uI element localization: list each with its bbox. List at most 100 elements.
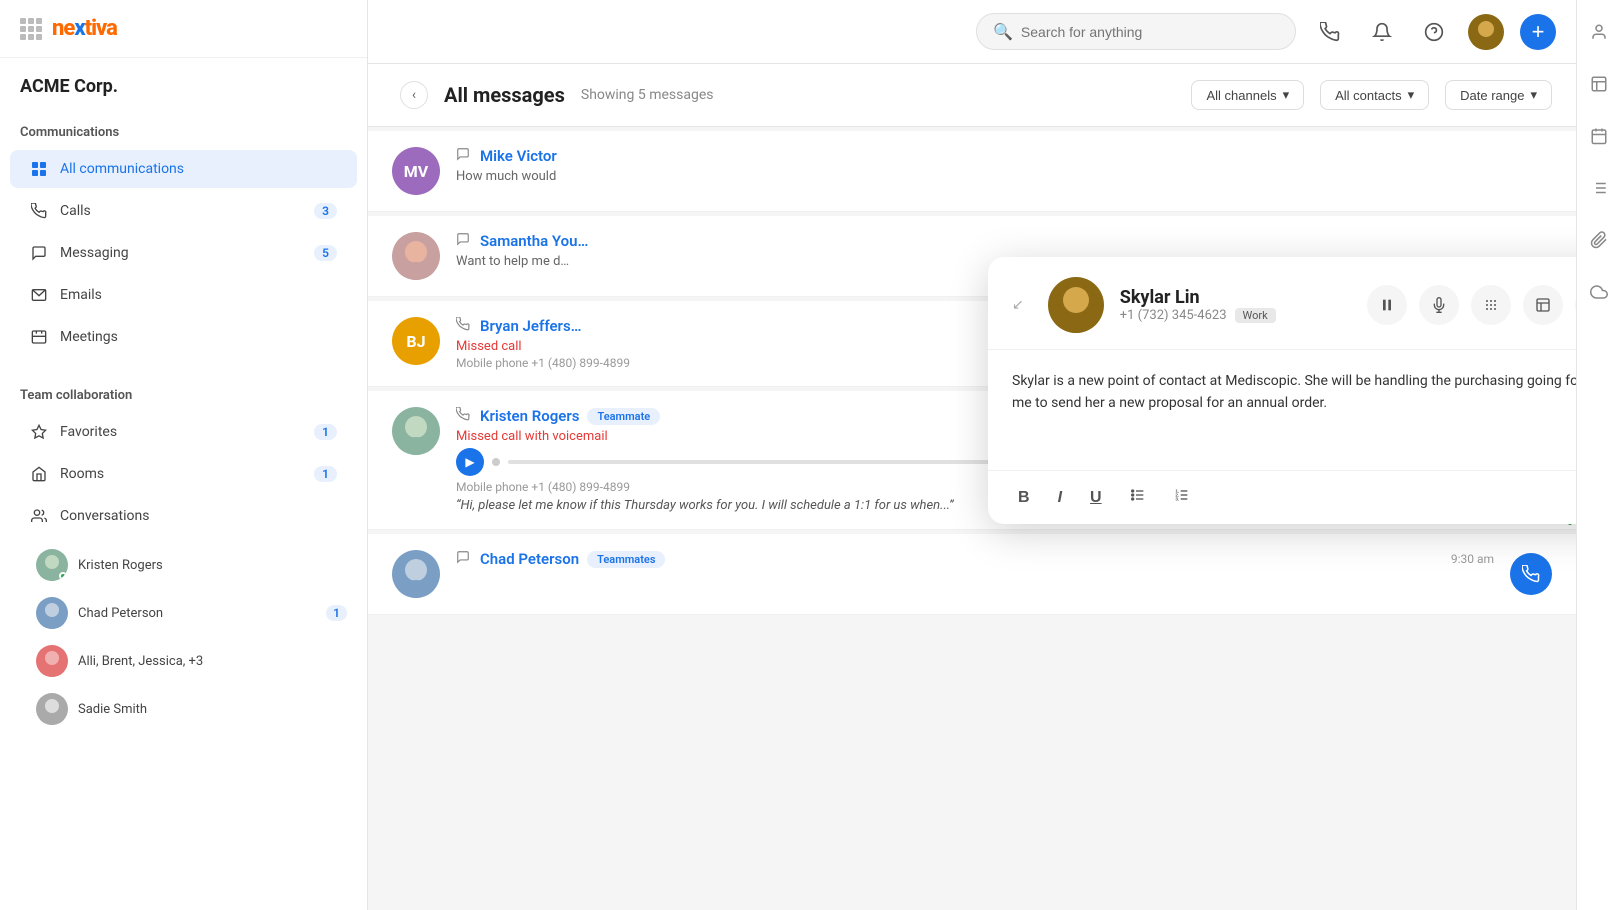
chevron-down-icon: ▾: [1530, 87, 1537, 103]
sidebar-subitem-kristen-rogers[interactable]: Kristen Rogers: [0, 541, 367, 589]
filter-all-channels[interactable]: All channels ▾: [1191, 80, 1304, 110]
bold-btn[interactable]: B: [1012, 485, 1036, 511]
msg-tag: Teammate: [587, 408, 660, 425]
filter-all-contacts[interactable]: All contacts ▾: [1320, 80, 1429, 110]
chat-type-icon: [456, 147, 470, 165]
audio-progress-dot: [492, 458, 500, 466]
minimize-icon[interactable]: ↙: [1012, 297, 1024, 313]
message-item-chad[interactable]: Chad Peterson Teammates 9:30 am: [368, 534, 1576, 615]
sidebar-item-label: Rooms: [60, 466, 104, 482]
rooms-icon: [30, 465, 48, 483]
conversations-sub-list: Kristen Rogers Chad Peterson 1 Alli, Bre…: [0, 541, 367, 733]
sidebar-item-meetings[interactable]: Meetings: [10, 318, 357, 356]
list-panel-icon[interactable]: [1583, 172, 1615, 204]
more-options-btn[interactable]: [1575, 285, 1576, 325]
sidebar-item-conversations[interactable]: Conversations: [10, 497, 357, 535]
call-chad-btn[interactable]: [1510, 553, 1552, 595]
subitem-label: Sadie Smith: [78, 702, 147, 717]
bell-header-btn[interactable]: [1364, 14, 1400, 50]
italic-btn[interactable]: I: [1052, 485, 1068, 511]
sidebar-collapse-btn[interactable]: ‹: [400, 81, 428, 109]
user-avatar[interactable]: [1468, 14, 1504, 50]
cloud-panel-icon[interactable]: [1583, 276, 1615, 308]
sidebar-subitem-chad-peterson[interactable]: Chad Peterson 1: [0, 589, 367, 637]
search-input[interactable]: [1021, 24, 1279, 40]
sidebar-item-calls[interactable]: Calls 3: [10, 192, 357, 230]
underline-btn[interactable]: U: [1084, 485, 1108, 511]
meetings-icon: [30, 328, 48, 346]
search-icon: 🔍: [993, 22, 1013, 41]
call-contact-name: Skylar Lin: [1120, 287, 1351, 308]
msg-time: 9:30 am: [1451, 552, 1494, 566]
msg-sender-name: Chad Peterson: [480, 550, 579, 568]
alli-brent-avatar: [36, 645, 68, 677]
subitem-label: Alli, Brent, Jessica, +3: [78, 654, 203, 669]
call-notes[interactable]: Skylar is a new point of contact at Medi…: [988, 350, 1576, 470]
add-btn[interactable]: +: [1520, 14, 1556, 50]
top-header: 🔍 +: [368, 0, 1576, 64]
pause-call-btn[interactable]: [1367, 285, 1407, 325]
email-icon: [30, 286, 48, 304]
msg-tag: Teammates: [587, 551, 665, 568]
sidebar-item-messaging[interactable]: Messaging 5: [10, 234, 357, 272]
sidebar: nextiva ACME Corp. Communications All co…: [0, 0, 368, 910]
search-bar[interactable]: 🔍: [976, 13, 1296, 50]
messages-title: All messages: [444, 83, 565, 107]
attachment-panel-icon[interactable]: [1583, 224, 1615, 256]
right-panel: [1576, 0, 1620, 910]
sidebar-item-all-communications[interactable]: All communications: [10, 150, 357, 188]
dialpad-btn[interactable]: [1471, 285, 1511, 325]
sidebar-item-favorites[interactable]: Favorites 1: [10, 413, 357, 451]
star-icon: [30, 423, 48, 441]
numbered-list-btn[interactable]: 1.2.3.: [1168, 483, 1196, 512]
call-notes-toolbar: B I U 1.2.3. Saved: [988, 470, 1576, 524]
call-controls: 00:07: [1367, 281, 1576, 329]
sidebar-item-emails[interactable]: Emails: [10, 276, 357, 314]
chad-avatar: [392, 550, 440, 598]
call-header: ↙ Skylar Lin +1 (732) 345-4623 Work: [988, 257, 1576, 350]
play-voicemail-btn[interactable]: ▶: [456, 448, 484, 476]
call-contact-avatar: [1048, 277, 1104, 333]
missed-call-label: Missed call with voicemail: [456, 429, 608, 444]
messages-count: Showing 5 messages: [581, 87, 714, 103]
phone-header-btn[interactable]: [1312, 14, 1348, 50]
contact-type-badge: Work: [1235, 308, 1276, 323]
sidebar-item-label: All communications: [60, 161, 184, 177]
filter-date-range[interactable]: Date range ▾: [1445, 80, 1552, 110]
message-item-mike-victor[interactable]: MV Mike Victor How much would: [368, 131, 1576, 212]
team-collaboration-section-label: Team collaboration: [0, 370, 367, 411]
notes-btn[interactable]: [1523, 285, 1563, 325]
msg-sender-name: Samantha You…: [480, 232, 588, 250]
chat-type-icon: [456, 550, 470, 568]
sidebar-item-label: Messaging: [60, 245, 129, 261]
sidebar-subitem-alli-brent[interactable]: Alli, Brent, Jessica, +3: [0, 637, 367, 685]
bullet-list-btn[interactable]: [1124, 483, 1152, 512]
sidebar-item-label: Emails: [60, 287, 102, 303]
svg-text:3.: 3.: [1175, 496, 1179, 501]
chat-type-icon: [456, 232, 470, 250]
mike-victor-body: Mike Victor How much would: [456, 147, 1552, 184]
conversations-icon: [30, 507, 48, 525]
analytics-panel-icon[interactable]: [1583, 68, 1615, 100]
sidebar-item-rooms[interactable]: Rooms 1: [10, 455, 357, 493]
call-overlay: ↙ Skylar Lin +1 (732) 345-4623 Work: [988, 257, 1576, 524]
subitem-label: Chad Peterson: [78, 606, 163, 621]
sidebar-item-label: Conversations: [60, 508, 149, 524]
app-logo: nextiva: [52, 16, 117, 41]
bryan-avatar: BJ: [392, 317, 440, 365]
rooms-badge: 1: [314, 466, 337, 482]
msg-preview: How much would: [456, 169, 1552, 184]
mute-call-btn[interactable]: [1419, 285, 1459, 325]
samantha-avatar: [392, 232, 440, 280]
calendar-panel-icon[interactable]: [1583, 120, 1615, 152]
messaging-badge: 5: [314, 245, 337, 261]
sidebar-subitem-sadie-smith[interactable]: Sadie Smith: [0, 685, 367, 733]
phone-type-icon: [456, 317, 470, 335]
kristen-avatar: [392, 407, 440, 455]
call-info: Skylar Lin +1 (732) 345-4623 Work: [1120, 287, 1351, 323]
sidebar-item-label: Meetings: [60, 329, 118, 345]
help-header-btn[interactable]: [1416, 14, 1452, 50]
chad-peterson-badge: 1: [326, 605, 347, 621]
contact-panel-icon[interactable]: [1583, 16, 1615, 48]
phone-type-icon: [456, 407, 470, 425]
